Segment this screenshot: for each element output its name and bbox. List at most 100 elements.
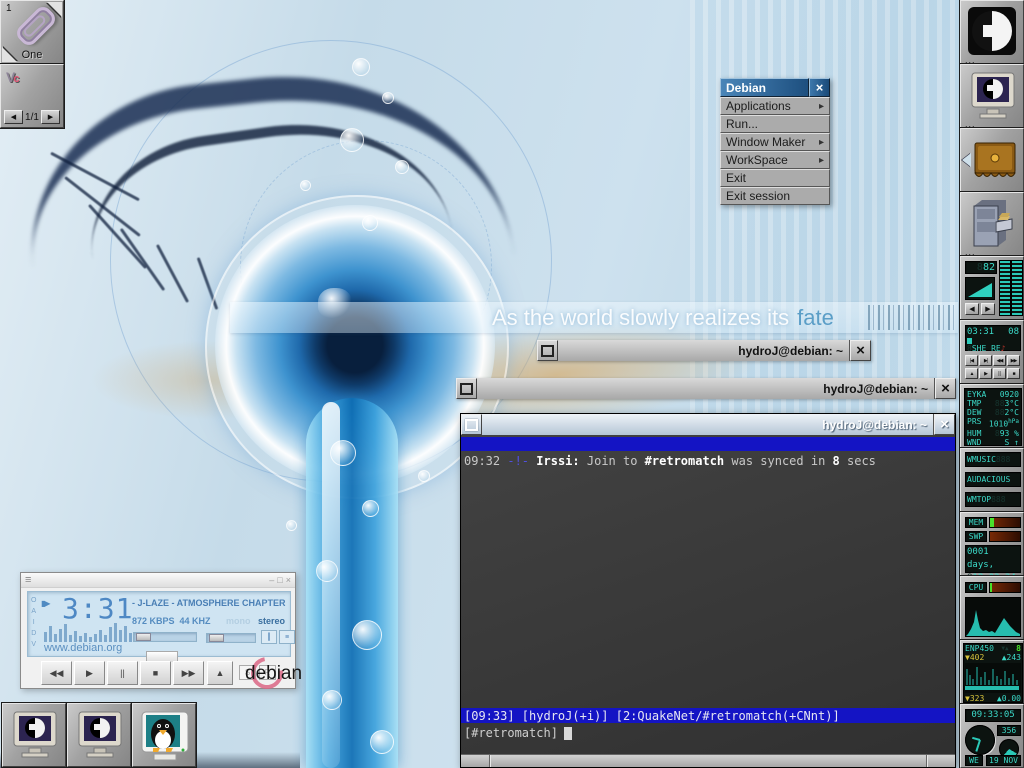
seek-bar[interactable]	[133, 632, 197, 642]
cpu-label: CPU	[965, 582, 987, 593]
menu-item-run[interactable]: Run...	[720, 115, 830, 133]
barcode-graphic	[868, 305, 954, 330]
terminal-content[interactable]: 09:32 -!- Irssi: Join to #retromatch was…	[461, 435, 955, 754]
music-pause-button[interactable]	[993, 368, 1006, 379]
weather-dew: 2°C	[1005, 408, 1019, 417]
menu-titlebar[interactable]: Debian ×	[720, 78, 830, 97]
player-letters[interactable]: O A I D V	[31, 595, 36, 650]
weather-label: WND	[967, 438, 981, 447]
letter-i[interactable]: I	[31, 617, 36, 628]
tagline-text: As the world slowly realizes its	[492, 305, 789, 331]
irssi-input-line[interactable]: [#retromatch]	[464, 725, 572, 741]
launcher-wmusic[interactable]: WMUSIC888	[965, 452, 1021, 467]
letter-o[interactable]: O	[31, 595, 36, 606]
music-prev-button[interactable]	[965, 355, 978, 366]
close-icon[interactable]	[850, 340, 871, 361]
music-rewind-button[interactable]	[993, 355, 1006, 366]
shaded-window-2-titlebar[interactable]: hydroJ@debian: ~	[456, 378, 956, 399]
clip-tile[interactable]: 1 One	[0, 0, 64, 64]
miniaturize-icon[interactable]	[461, 414, 482, 435]
menu-close-icon[interactable]: ×	[809, 78, 830, 97]
dock: ... ...	[960, 0, 1024, 768]
dock-sysmon-tile[interactable]: MEM SWP 0001 days, 818:03:34	[960, 512, 1024, 576]
dock-files-tile[interactable]: ...	[960, 192, 1024, 256]
dock-net-tile[interactable]: ENP450 ▼▲ 8 ▼402 ▲243	[960, 640, 1024, 704]
close-icon[interactable]	[934, 414, 955, 435]
miniwindow-terminal-2[interactable]	[67, 703, 131, 767]
music-eject-button[interactable]	[965, 368, 978, 379]
window-title[interactable]: hydroJ@debian: ~	[477, 378, 934, 399]
equalizer-button[interactable]	[261, 630, 277, 644]
dock-mixer-tile[interactable]: 882	[960, 256, 1024, 320]
play-button[interactable]	[74, 661, 105, 685]
menu-item-window-maker[interactable]: Window Maker ▸	[720, 133, 830, 151]
volume-slider[interactable]	[206, 633, 256, 643]
bubble	[382, 92, 394, 104]
menu-item-workspace[interactable]: WorkSpace ▸	[720, 151, 830, 169]
fast-forward-button[interactable]	[173, 661, 204, 685]
music-stop-button[interactable]	[1007, 368, 1020, 379]
day-of-year-display: 356	[997, 725, 1021, 736]
letter-d[interactable]: D	[31, 628, 36, 639]
drawer-collapse-icon[interactable]	[962, 153, 971, 167]
mixer-prev-button[interactable]	[965, 303, 979, 315]
dock-music-tile[interactable]: 03:31 08 8SHE RE♪	[960, 320, 1024, 384]
desktop: As the world slowly realizes its fate 1 …	[0, 0, 1024, 768]
weather-wind: S ↑	[1005, 438, 1019, 447]
shade-icon[interactable]	[277, 576, 282, 585]
submenu-arrow-icon: ▸	[819, 101, 824, 112]
close-icon[interactable]	[286, 576, 291, 585]
dock-clock-tile[interactable]: 09:33:05 356 WE 19 NOV	[960, 704, 1024, 768]
pause-button[interactable]	[107, 661, 138, 685]
net-display: ENP450 ▼▲ 8 ▼402 ▲243	[963, 643, 1023, 703]
stop-button[interactable]	[140, 661, 171, 685]
minimize-icon[interactable]	[269, 576, 274, 585]
music-play-button[interactable]	[979, 368, 992, 379]
letter-a[interactable]: A	[31, 606, 36, 617]
playlist-button[interactable]	[279, 630, 295, 644]
letter-v[interactable]: V	[31, 639, 36, 650]
volume-thumb[interactable]	[209, 634, 224, 642]
seek-thumb[interactable]	[136, 633, 151, 641]
volume-triangle-icon	[968, 283, 992, 297]
eject-button[interactable]	[207, 661, 233, 685]
msg-body: was synced in	[724, 454, 832, 468]
pager-left-button[interactable]	[4, 110, 23, 124]
net-down-total: 323	[970, 694, 984, 703]
music-next-button[interactable]	[979, 355, 992, 366]
dock-xterm-tile[interactable]: ...	[960, 64, 1024, 128]
miniwindow-terminal-1[interactable]	[2, 703, 66, 767]
close-icon[interactable]	[935, 378, 956, 399]
mixer-next-button[interactable]	[981, 303, 995, 315]
menu-item-applications[interactable]: Applications ▸	[720, 97, 830, 115]
wallpaper-tagline-band: As the world slowly realizes its fate	[230, 302, 958, 333]
menu-item-label: Applications	[726, 99, 791, 113]
shaded-window-1-titlebar[interactable]: hydroJ@debian: ~	[537, 340, 871, 361]
bubble	[300, 180, 311, 191]
window-title[interactable]: hydroJ@debian: ~	[482, 414, 933, 435]
miniaturize-icon[interactable]	[456, 378, 477, 399]
dock-drawer-tile[interactable]	[960, 128, 1024, 192]
miniwindow-terminal-active[interactable]	[132, 703, 196, 767]
rewind-button[interactable]	[41, 661, 72, 685]
running-indicator: ...	[965, 57, 976, 63]
dock-weather-tile[interactable]: EYKA0920 TMP883°C DEW882°C PRS1010hPa HU…	[960, 384, 1024, 448]
menu-item-exit[interactable]: Exit	[720, 169, 830, 187]
pager-right-button[interactable]	[41, 110, 60, 124]
vc-appicon[interactable]: Vc	[6, 69, 19, 85]
window-title[interactable]: hydroJ@debian: ~	[558, 340, 849, 361]
bubble	[316, 560, 338, 582]
player-menu-icon[interactable]	[25, 575, 31, 586]
launcher-wmtop[interactable]: WMTOP888	[965, 492, 1021, 507]
window-resizebar[interactable]	[461, 754, 955, 767]
mixer-level-display: 882	[965, 261, 997, 274]
miniaturize-icon[interactable]	[537, 340, 558, 361]
menu-item-exit-session[interactable]: Exit session	[720, 187, 830, 205]
player-titlebar[interactable]	[21, 573, 295, 588]
music-ff-button[interactable]	[1007, 355, 1020, 366]
launcher-audacious[interactable]: AUDACIOUS	[965, 472, 1021, 487]
terminal-titlebar[interactable]: hydroJ@debian: ~	[461, 414, 955, 435]
input-channel: [#retromatch]	[464, 726, 558, 740]
dock-wmaker-tile[interactable]: ...	[960, 0, 1024, 64]
dock-cpu-tile[interactable]: CPU	[960, 576, 1024, 640]
